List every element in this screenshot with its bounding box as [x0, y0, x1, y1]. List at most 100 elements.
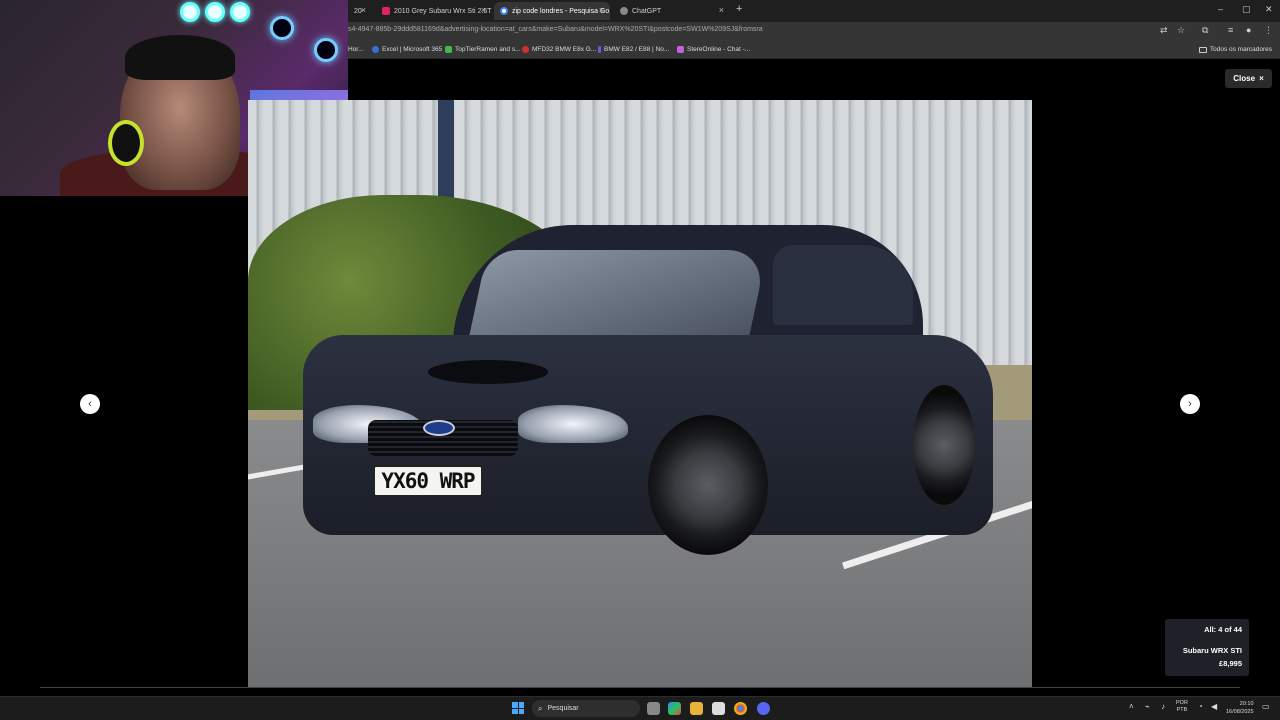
lang-line: POR [1176, 700, 1188, 706]
next-photo-button[interactable]: › [1180, 394, 1200, 414]
minimize-icon[interactable]: – [1218, 4, 1223, 14]
tab-bar: 20 × 2010 Grey Subaru Wrx Sti 2.5T × zip… [348, 0, 1280, 22]
close-label: Close [1233, 74, 1256, 83]
clock-date: 16/08/2025 [1226, 709, 1254, 715]
language-indicator[interactable]: POR PTB [1176, 700, 1188, 714]
subaru-badge-icon [423, 420, 455, 436]
bookmark-label: StereOnline - Chat -... [687, 46, 751, 53]
site-favicon-icon [382, 7, 390, 15]
discord-icon[interactable] [757, 702, 770, 715]
close-icon[interactable]: × [481, 5, 486, 15]
file-explorer-icon[interactable] [690, 702, 703, 715]
photo-counter: All: 4 of 44 [1204, 625, 1242, 634]
menu-icon[interactable]: ⋮ [1264, 25, 1273, 36]
tab-chatgpt[interactable]: ChatGPT × [614, 2, 730, 20]
tab-label: zip code londres - Pesquisa Go [512, 7, 610, 15]
bookmark-item[interactable]: StereOnline - Chat -... [677, 46, 750, 53]
lightbox-close-button[interactable]: Close × [1225, 69, 1272, 88]
rgb-fan [230, 2, 250, 22]
store-icon[interactable] [712, 702, 725, 715]
all-bookmarks-folder[interactable]: Todos os marcadores [1198, 46, 1272, 53]
tab-google-search[interactable]: zip code londres - Pesquisa Go × [494, 2, 610, 20]
car-wheel [913, 385, 975, 505]
listing-name: Subaru WRX STI [1182, 646, 1242, 655]
chevron-left-icon: ‹ [88, 398, 92, 410]
chatgpt-icon [620, 7, 628, 15]
profile-icon[interactable]: ● [1246, 25, 1251, 35]
listing-price: £8,995 [1219, 659, 1242, 668]
window-close-icon[interactable]: ✕ [1265, 4, 1273, 15]
rgb-fan [180, 2, 200, 22]
chevron-right-icon: › [1188, 398, 1192, 410]
car: YX60 WRP [303, 225, 993, 565]
car-windshield [468, 250, 768, 340]
tab-partial[interactable]: 20 × [348, 2, 372, 20]
rgb-fan [314, 38, 338, 62]
car-hood-scoop [428, 360, 548, 384]
site-favicon-icon [677, 46, 684, 53]
site-favicon-icon [445, 46, 452, 53]
site-favicon-icon [598, 46, 601, 53]
taskbar-search[interactable]: ⌕ Pesquisar [532, 700, 640, 717]
bookmark-item[interactable]: Excel | Microsoft 365 [372, 46, 442, 53]
copilot-icon[interactable] [668, 702, 681, 715]
bookmark-label: Excel | Microsoft 365 [382, 46, 443, 53]
bookmark-label: TopTierRamen and s... [455, 46, 521, 53]
close-icon[interactable]: × [599, 5, 604, 15]
streamer-cap [125, 35, 235, 80]
network-icon[interactable]: ⌁ [1145, 702, 1150, 711]
wifi-icon[interactable]: ◔ [1198, 702, 1203, 711]
all-bookmarks-label: Todos os marcadores [1209, 46, 1272, 53]
tab-subaru-listing[interactable]: 2010 Grey Subaru Wrx Sti 2.5T × [376, 2, 492, 20]
chrome-icon[interactable] [734, 702, 747, 715]
page-scroll-track [40, 687, 1240, 688]
url-text[interactable]: s4-4947-885b-29ddd581169d&advertising-lo… [348, 26, 763, 33]
taskbar: ⌕ Pesquisar ˄ ⌁ ♪ POR PTB ◔ ◀ 20:10 16/0… [0, 696, 1280, 720]
maximize-icon[interactable]: ▢ [1242, 4, 1251, 15]
bookmark-item[interactable]: Hor... [348, 46, 364, 53]
volume-icon[interactable]: ◀ [1211, 702, 1217, 711]
microphone-icon[interactable]: ♪ [1161, 702, 1165, 711]
bookmarks-bar: Hor... Excel | Microsoft 365 TopTierRame… [348, 41, 1280, 59]
search-placeholder: Pesquisar [547, 705, 579, 712]
bookmark-star-icon[interactable]: ☆ [1177, 25, 1185, 36]
car-wheel [648, 415, 768, 555]
headset-icon [108, 120, 144, 166]
clock-time: 20:10 [1239, 701, 1254, 707]
bookmark-label: MFD32 BMW E8x G... [532, 46, 597, 53]
bookmark-label: Hor... [348, 46, 364, 53]
car-photo: YX60 WRP [248, 100, 1032, 688]
extensions-icon[interactable]: ⧉ [1202, 25, 1208, 36]
bookmark-item[interactable]: BMW E82 / E88 | No... [598, 46, 669, 53]
chevron-up-icon[interactable]: ˄ [1129, 702, 1134, 711]
close-icon: × [1259, 74, 1264, 83]
task-view-icon[interactable] [647, 702, 660, 715]
previous-photo-button[interactable]: ‹ [80, 394, 100, 414]
microsoft-icon [372, 46, 379, 53]
notifications-icon[interactable]: ▭ [1262, 702, 1270, 711]
media-icon[interactable]: ≡ [1228, 25, 1233, 35]
system-clock[interactable]: 20:10 16/08/2025 [1226, 700, 1254, 716]
google-icon [500, 7, 508, 15]
bookmark-item[interactable]: MFD32 BMW E8x G... [522, 46, 596, 53]
folder-icon [1198, 46, 1207, 53]
close-icon[interactable]: × [361, 5, 366, 15]
windows-start-icon[interactable] [512, 702, 524, 714]
site-favicon-icon [522, 46, 529, 53]
tab-label: ChatGPT [632, 7, 662, 15]
new-tab-icon[interactable]: + [736, 3, 742, 15]
search-icon: ⌕ [538, 703, 543, 713]
bookmark-label: BMW E82 / E88 | No... [604, 46, 670, 53]
translate-icon[interactable]: ⇄ [1160, 25, 1168, 36]
address-bar[interactable]: s4-4947-885b-29ddd581169d&advertising-lo… [348, 22, 1280, 41]
tab-label: 2010 Grey Subaru Wrx Sti 2.5T [394, 7, 492, 15]
lang-line: PTB [1176, 707, 1188, 713]
listing-info-card: All: 4 of 44 Subaru WRX STI £8,995 [1165, 619, 1249, 676]
close-icon[interactable]: × [719, 5, 724, 15]
rgb-fan [205, 2, 225, 22]
rgb-fan [270, 16, 294, 40]
bookmark-item[interactable]: TopTierRamen and s... [445, 46, 521, 53]
photo-wall-post [438, 100, 454, 200]
license-plate: YX60 WRP [373, 465, 483, 497]
car-side-window [773, 245, 913, 325]
